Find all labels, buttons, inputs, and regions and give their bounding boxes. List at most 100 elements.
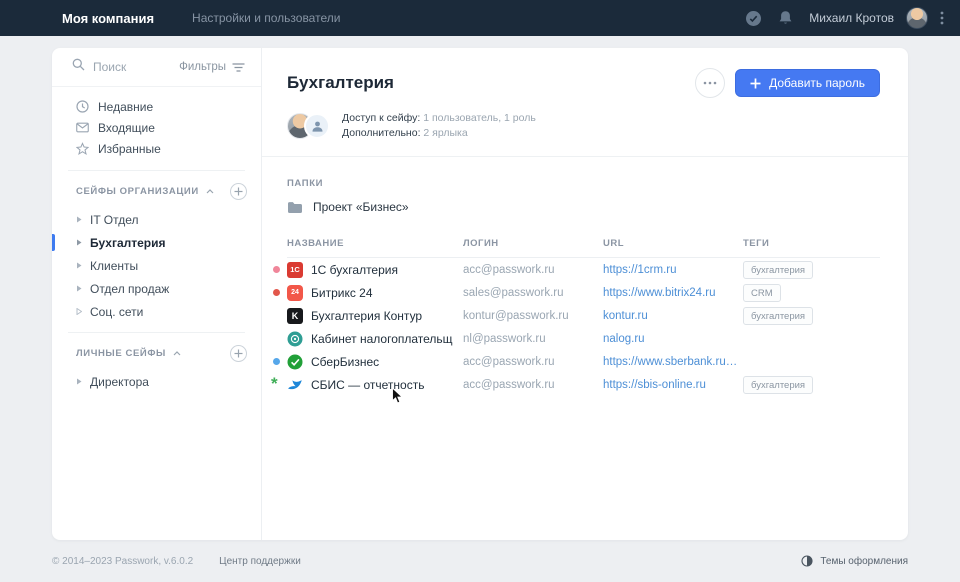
password-row[interactable]: 1С 1С бухгалтерия acc@passwork.ru https:… <box>287 258 880 281</box>
mail-icon <box>76 122 89 133</box>
folder-item[interactable]: Проект «Бизнес» <box>287 200 409 214</box>
sidebar: Фильтры Недавние Входящие Избранные <box>52 48 262 540</box>
safe-item-sales[interactable]: Отдел продаж <box>52 277 261 300</box>
password-url[interactable]: https://sbis-online.ru <box>603 379 743 391</box>
password-name: Битрикс 24 <box>311 286 373 300</box>
safe-access-row: Доступ к сейфу: 1 пользователь, 1 роль Д… <box>287 111 880 141</box>
chevron-up-icon[interactable] <box>173 351 181 356</box>
add-password-button[interactable]: Добавить пароль <box>735 69 880 97</box>
safe-item-clients[interactable]: Клиенты <box>52 254 261 277</box>
bitrix24-icon: 24 <box>287 285 303 301</box>
triangle-right-icon <box>76 262 82 269</box>
more-actions-button[interactable] <box>695 68 725 98</box>
topbar: Моя компания Настройки и пользователи Ми… <box>0 0 960 36</box>
add-personal-safe-button[interactable] <box>230 345 247 362</box>
filters-button[interactable]: Фильтры <box>179 61 245 73</box>
sber-icon <box>287 354 303 370</box>
kebab-menu-icon[interactable] <box>940 10 944 26</box>
main-card: Фильтры Недавние Входящие Избранные <box>52 48 908 540</box>
password-name: 1С бухгалтерия <box>311 263 398 277</box>
triangle-right-icon <box>76 239 82 246</box>
safe-item-accounting[interactable]: Бухгалтерия <box>52 231 261 254</box>
folders-section: ПАПКИ Проект «Бизнес» <box>287 178 880 214</box>
section-title: ЛИЧНЫЕ СЕЙФЫ <box>76 348 166 359</box>
access-label: Доступ к сейфу: <box>342 112 420 124</box>
folder-icon <box>287 201 303 214</box>
user-avatar[interactable] <box>906 7 928 29</box>
sidebar-item-inbox[interactable]: Входящие <box>52 117 261 138</box>
add-password-label: Добавить пароль <box>769 76 865 90</box>
chevron-up-icon[interactable] <box>206 189 214 194</box>
folders-title: ПАПКИ <box>287 178 880 189</box>
plus-icon <box>234 349 243 358</box>
menu-label: Избранные <box>98 142 161 156</box>
password-row[interactable]: СБИС — отчетность acc@passwork.ru https:… <box>287 373 880 396</box>
check-circle-icon[interactable] <box>745 10 762 27</box>
safe-label: Соц. сети <box>90 305 143 319</box>
password-url[interactable]: https://www.sberbank.ru… <box>603 356 743 368</box>
user-name[interactable]: Михаил Кротов <box>809 11 894 25</box>
users-icon[interactable] <box>304 113 330 139</box>
nav-settings-users[interactable]: Настройки и пользователи <box>192 11 340 25</box>
bell-icon[interactable] <box>778 10 793 26</box>
safe-item-it[interactable]: IT Отдел <box>52 208 261 231</box>
password-login: nl@passwork.ru <box>463 333 603 345</box>
nalog-icon <box>287 331 303 347</box>
header-actions: Добавить пароль <box>695 68 880 98</box>
sbis-bird-icon <box>287 377 303 393</box>
menu-label: Входящие <box>98 121 155 135</box>
extra-value: 2 ярлыка <box>423 127 467 139</box>
main-panel: Бухгалтерия Добавить пароль <box>262 48 908 540</box>
col-header-url: URL <box>603 238 743 249</box>
section-title: СЕЙФЫ ОРГАНИЗАЦИИ <box>76 186 199 197</box>
color-marker <box>273 289 280 296</box>
password-name: СБИС — отчетность <box>311 378 424 392</box>
password-url[interactable]: kontur.ru <box>603 310 743 322</box>
add-org-safe-button[interactable] <box>230 183 247 200</box>
safe-label: IT Отдел <box>90 213 139 227</box>
themes-button[interactable]: Темы оформления <box>801 555 908 567</box>
theme-contrast-icon <box>801 555 813 567</box>
menu-label: Недавние <box>98 100 153 114</box>
filter-icon <box>232 62 245 73</box>
tag-pill: бухгалтерия <box>743 307 813 325</box>
safe-item-directors[interactable]: Директора <box>52 370 261 393</box>
personal-safes-header: ЛИЧНЫЕ СЕЙФЫ <box>52 333 261 368</box>
safe-item-social[interactable]: Соц. сети <box>52 300 261 323</box>
password-row[interactable]: Кабинет налогоплательщ… nl@passwork.ru n… <box>287 327 880 350</box>
color-marker <box>273 358 280 365</box>
sidebar-menu: Недавние Входящие Избранные <box>52 87 261 161</box>
ellipsis-icon <box>703 81 717 85</box>
safe-label: Директора <box>90 375 149 389</box>
folder-name: Проект «Бизнес» <box>313 200 409 214</box>
support-link[interactable]: Центр поддержки <box>219 556 301 567</box>
col-header-login: ЛОГИН <box>463 238 603 249</box>
password-name: Бухгалтерия Контур <box>311 309 422 323</box>
color-marker <box>273 381 280 388</box>
company-logo[interactable]: Моя компания <box>62 11 154 26</box>
password-url[interactable]: https://www.bitrix24.ru <box>603 287 743 299</box>
triangle-right-icon <box>76 308 82 315</box>
password-row[interactable]: 24 Битрикс 24 sales@passwork.ru https://… <box>287 281 880 304</box>
plus-icon <box>750 78 761 89</box>
footer: © 2014–2023 Passwork, v.6.0.2 Центр подд… <box>0 540 960 582</box>
sidebar-item-favorites[interactable]: Избранные <box>52 138 261 159</box>
password-login: kontur@passwork.ru <box>463 310 603 322</box>
plus-icon <box>234 187 243 196</box>
password-url[interactable]: nalog.ru <box>603 333 743 345</box>
themes-label: Темы оформления <box>820 556 908 567</box>
password-url[interactable]: https://1crm.ru <box>603 264 743 276</box>
safe-label: Бухгалтерия <box>90 236 166 250</box>
star-icon <box>76 142 89 155</box>
search-input[interactable] <box>93 60 163 74</box>
page-title: Бухгалтерия <box>287 73 394 93</box>
sidebar-item-recent[interactable]: Недавние <box>52 96 261 117</box>
tag-pill: бухгалтерия <box>743 376 813 394</box>
password-row[interactable]: K Бухгалтерия Контур kontur@passwork.ru … <box>287 304 880 327</box>
table-header-row: НАЗВАНИЕ ЛОГИН URL ТЕГИ <box>287 238 880 258</box>
tag-pill: бухгалтерия <box>743 261 813 279</box>
password-row[interactable]: СберБизнес acc@passwork.ru https://www.s… <box>287 350 880 373</box>
password-login: acc@passwork.ru <box>463 379 603 391</box>
divider <box>262 156 908 157</box>
password-name: Кабинет налогоплательщ… <box>311 332 453 346</box>
